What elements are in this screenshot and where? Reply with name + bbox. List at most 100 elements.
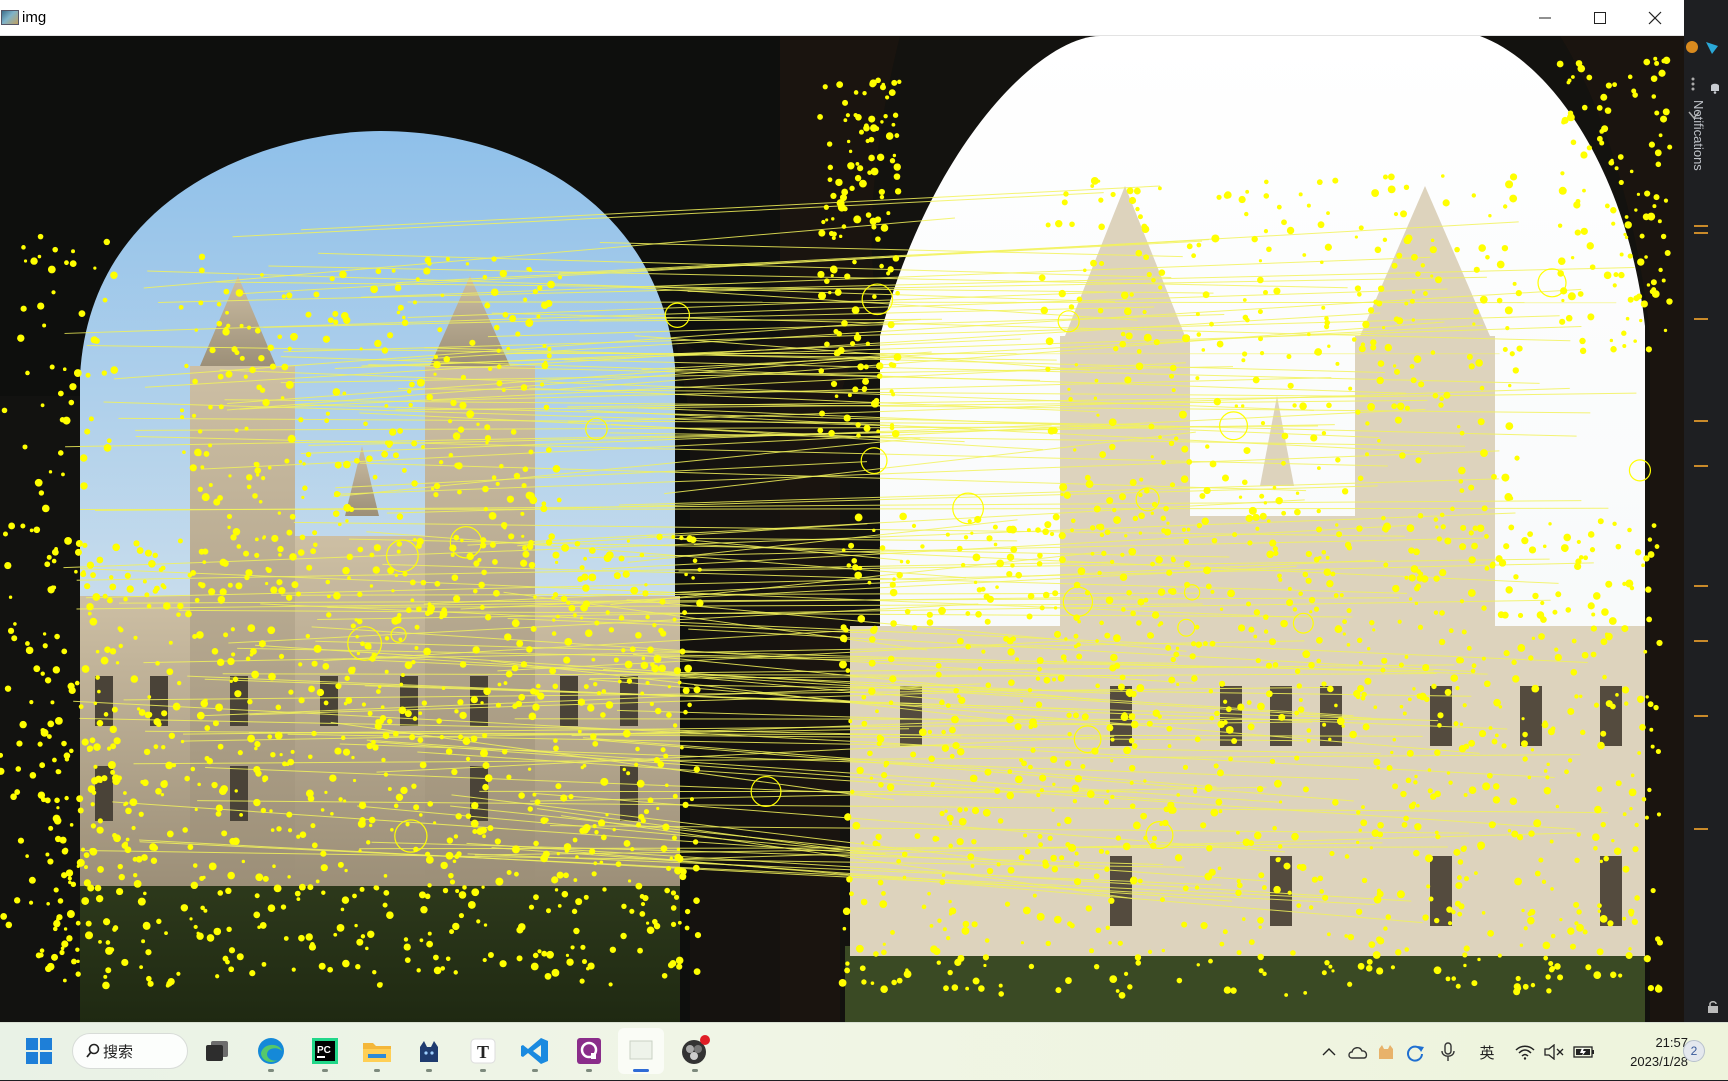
keypoint-marker [384, 772, 388, 776]
clock[interactable]: 21:57 2023/1/28 [1608, 1033, 1688, 1071]
keypoint-marker [881, 891, 886, 896]
keypoint-marker [893, 255, 900, 262]
keypoint-marker [235, 789, 238, 792]
keypoint-marker [374, 544, 381, 551]
keypoint-marker [640, 894, 645, 899]
keypoint-marker [1359, 661, 1363, 665]
keypoint-marker [237, 544, 242, 549]
keypoint-marker [1121, 713, 1129, 721]
taskbar-search-box[interactable]: 搜索 [72, 1033, 188, 1069]
keypoint-marker [1383, 238, 1387, 242]
pdf-app-button[interactable] [566, 1028, 612, 1074]
keypoint-marker [288, 690, 293, 695]
keypoint-marker [1356, 810, 1360, 814]
keypoint-marker [525, 319, 533, 327]
keypoint-marker [1622, 344, 1626, 348]
keypoint-marker [337, 924, 345, 932]
keypoint-marker [1054, 606, 1057, 609]
file-explorer-button[interactable] [354, 1028, 400, 1074]
keypoint-marker [455, 813, 461, 819]
typora-button[interactable]: T [460, 1028, 506, 1074]
keypoint-marker [1497, 261, 1505, 269]
keypoint-marker [1030, 748, 1035, 753]
network-button[interactable] [1512, 1023, 1538, 1081]
vscode-button[interactable] [512, 1028, 558, 1074]
edge-button[interactable] [248, 1028, 294, 1074]
notifications-tab[interactable]: Notifications [1691, 100, 1706, 171]
keypoint-marker [448, 419, 452, 423]
keypoint-marker [199, 549, 205, 555]
keypoint-marker [683, 710, 688, 715]
microphone-button[interactable] [1436, 1023, 1460, 1081]
keypoint-marker [398, 305, 404, 311]
keypoint-marker [1183, 885, 1189, 891]
notification-badge[interactable]: 2 [1683, 1040, 1705, 1062]
keypoint-marker [342, 392, 346, 396]
keypoint-marker [495, 838, 501, 844]
keypoint-marker [698, 568, 702, 572]
keypoint-marker [219, 404, 224, 409]
keypoint-marker [320, 851, 326, 857]
keypoint-marker [275, 732, 283, 740]
keypoint-marker [1643, 59, 1650, 66]
sync-button[interactable] [1402, 1023, 1428, 1081]
keypoint-marker [76, 971, 81, 976]
keypoint-marker [405, 957, 411, 963]
maximize-button[interactable] [1572, 0, 1628, 36]
keypoint-marker [1299, 698, 1303, 702]
onedrive-button[interactable] [1345, 1023, 1371, 1081]
keypoint-marker [1430, 246, 1437, 253]
keypoint-marker [1505, 586, 1512, 593]
keypoint-marker [45, 677, 51, 683]
active-window-button[interactable] [618, 1028, 664, 1074]
keypoint-marker [1478, 418, 1485, 425]
keypoint-marker [1621, 625, 1628, 632]
show-hidden-icons-button[interactable] [1318, 1023, 1340, 1081]
keypoint-marker [337, 492, 340, 495]
keypoint-marker [1281, 461, 1286, 466]
task-view-button[interactable] [194, 1028, 240, 1074]
close-button[interactable] [1627, 0, 1683, 36]
keypoint-marker [1614, 848, 1621, 855]
keypoint-marker [1209, 322, 1214, 327]
tray-app-button[interactable] [1374, 1023, 1398, 1081]
keypoint-marker [625, 661, 633, 669]
keypoint-marker [587, 704, 594, 711]
keypoint-marker [306, 452, 311, 457]
more-options-icon[interactable] [1688, 76, 1698, 92]
keypoint-marker [1241, 404, 1244, 407]
keypoint-marker [952, 984, 959, 991]
keypoint-marker [889, 89, 896, 96]
keypoint-marker [1349, 731, 1357, 739]
obs-button[interactable] [672, 1028, 718, 1074]
keypoint-marker [818, 368, 824, 374]
keypoint-marker [433, 373, 436, 376]
input-method-button[interactable]: 英 [1474, 1023, 1500, 1081]
title-bar[interactable]: img [0, 0, 1684, 36]
keypoint-marker [549, 667, 556, 674]
bell-icon[interactable] [1708, 80, 1722, 94]
keypoint-marker [288, 347, 292, 351]
keypoint-marker [8, 628, 14, 634]
start-button[interactable] [16, 1028, 62, 1074]
keypoint-marker [290, 333, 298, 341]
keypoint-marker [1317, 466, 1321, 470]
battery-button[interactable] [1570, 1023, 1598, 1081]
keypoint-marker [1602, 732, 1605, 735]
keypoint-marker [1597, 136, 1603, 142]
minimize-button[interactable] [1517, 0, 1573, 36]
keypoint-marker [1007, 769, 1012, 774]
keypoint-marker [1634, 823, 1638, 827]
cat-app-button[interactable] [406, 1028, 452, 1074]
keypoint-marker [271, 535, 278, 542]
pycharm-button[interactable]: PC [302, 1028, 348, 1074]
keypoint-marker [557, 872, 564, 879]
keypoint-marker [828, 165, 833, 170]
volume-button[interactable] [1542, 1023, 1566, 1081]
keypoint-marker [358, 820, 366, 828]
plugin-icon[interactable] [1704, 40, 1720, 56]
keypoint-marker [677, 848, 680, 851]
keypoint-marker [1581, 228, 1588, 235]
keypoint-marker [54, 887, 59, 892]
keypoint-marker [1318, 876, 1324, 882]
